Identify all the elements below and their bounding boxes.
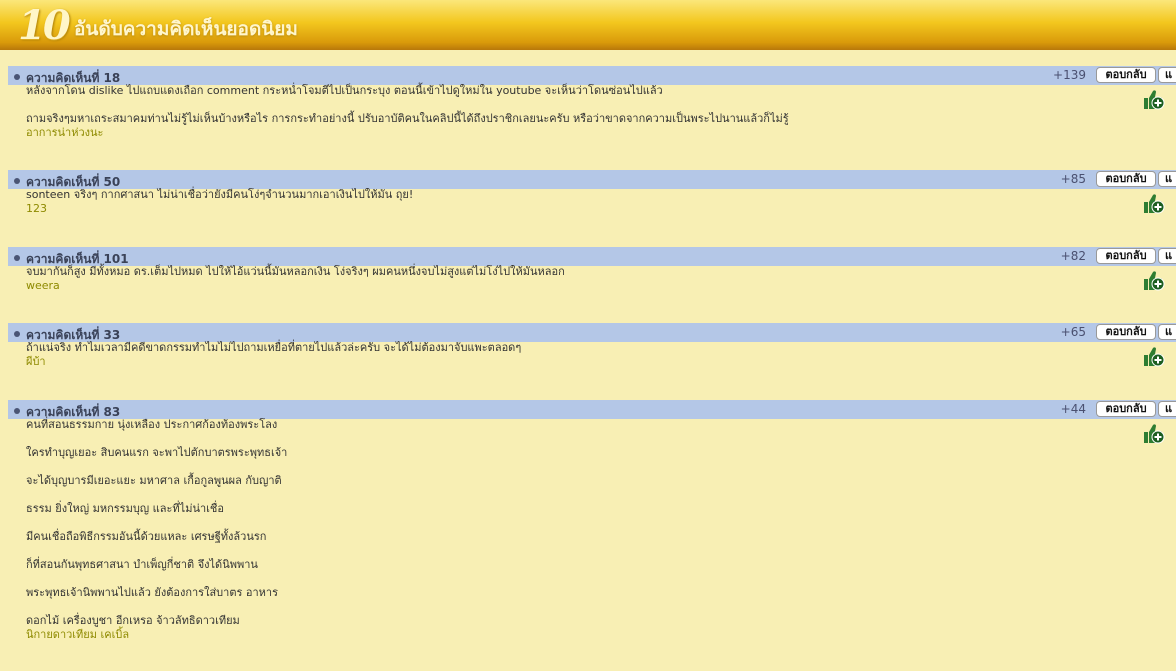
reply-button[interactable]: ตอบกลับ	[1096, 401, 1156, 417]
comment-score: +82	[1060, 249, 1086, 263]
report-button[interactable]: แ	[1158, 171, 1176, 187]
reply-button[interactable]: ตอบกลับ	[1096, 171, 1156, 187]
comment-body: sonteen จริงๆ กากศาสนา ไม่น่าเชื่อว่ายัง…	[26, 188, 1126, 216]
comment-body: หลังจากโดน dislike ไปแถบแดงเถือก comment…	[26, 84, 1126, 140]
header-number: 10	[18, 2, 71, 49]
reply-button[interactable]: ตอบกลับ	[1096, 248, 1156, 264]
comment-text-line: ก็ที่สอนกันพุทธศาสนา บำเพ็ญกี่ชาติ จึงได…	[26, 558, 258, 571]
comment-author[interactable]: นิกายดาวเทียม เคเบิ้ล	[26, 628, 1126, 642]
report-button[interactable]: แ	[1158, 67, 1176, 83]
comment-text-line: จบมากันก็สูง มีทั้งหมอ ดร.เต็มไปหมด ไปให…	[26, 265, 565, 278]
comment-text-line: ถ้าแน่จริง ทำไมเวลามีคดีขาดกรรมทำไมไม่ไป…	[26, 341, 522, 354]
comment-text-line: มีคนเชื่อถือพิธีกรรมอันนี้ด้วยแหละ เศรษฐ…	[26, 530, 267, 543]
comment-header-bar: ความคิดเห็นที่ 101 +82 ตอบกลับแ	[8, 247, 1176, 266]
comment-author[interactable]: weera	[26, 279, 1126, 293]
comment-text-line: จะได้บุญบารมีเยอะแยะ มหาศาล เกื้อกูลพูนผ…	[26, 474, 282, 487]
report-button[interactable]: แ	[1158, 401, 1176, 417]
comment-header-bar: ความคิดเห็นที่ 50 +85 ตอบกลับแ	[8, 170, 1176, 189]
like-plus-icon[interactable]	[1142, 191, 1166, 215]
like-plus-icon[interactable]	[1142, 87, 1166, 111]
comment-text-line: ธรรม ยิ่งใหญ่ มหกรรมบุญ และที่ไม่น่าเชื่…	[26, 502, 224, 515]
bullet-icon	[14, 74, 20, 80]
comment-text-line: ใครทำบุญเยอะ สิบคนแรก จะพาไปตักบาตรพระพุ…	[26, 446, 288, 459]
comment-text-line: พระพุทธเจ้านิพพานไปแล้ว ยังต้องการใส่บาต…	[26, 586, 278, 599]
report-button[interactable]: แ	[1158, 324, 1176, 340]
comment-text-line: sonteen จริงๆ กากศาสนา ไม่น่าเชื่อว่ายัง…	[26, 188, 414, 201]
comment-text-line: ดอกไม้ เครื่องบูชา อีกเหรอ จ้าวลัทธิดาวเ…	[26, 614, 240, 627]
comment-body: จบมากันก็สูง มีทั้งหมอ ดร.เต็มไปหมด ไปให…	[26, 265, 1126, 293]
comment-score: +85	[1060, 172, 1086, 186]
comment-header-bar: ความคิดเห็นที่ 33 +65 ตอบกลับแ	[8, 323, 1176, 342]
comment-header-bar: ความคิดเห็นที่ 18 +139 ตอบกลับแ	[8, 66, 1176, 85]
comment-author[interactable]: ผีบ้า	[26, 355, 1126, 369]
bullet-icon	[14, 255, 20, 261]
bullet-icon	[14, 408, 20, 414]
bullet-icon	[14, 331, 20, 337]
comment-body: ถ้าแน่จริง ทำไมเวลามีคดีขาดกรรมทำไมไม่ไป…	[26, 341, 1126, 369]
comment-score: +44	[1060, 402, 1086, 416]
comment-author[interactable]: อาการน่าห่วงนะ	[26, 126, 1126, 140]
comment-author[interactable]: 123	[26, 202, 1126, 216]
like-plus-icon[interactable]	[1142, 344, 1166, 368]
comment-score: +139	[1053, 68, 1086, 82]
reply-button[interactable]: ตอบกลับ	[1096, 67, 1156, 83]
comment-score: +65	[1060, 325, 1086, 339]
comment-body: คนที่สอนธรรมกาย นุ่งเหลือง ประกาศก้องท้อ…	[26, 418, 1126, 642]
header-title: อันดับความคิดเห็นยอดนิยม	[74, 18, 298, 40]
like-plus-icon[interactable]	[1142, 421, 1166, 445]
bullet-icon	[14, 178, 20, 184]
comment-text-line: หลังจากโดน dislike ไปแถบแดงเถือก comment…	[26, 84, 663, 97]
report-button[interactable]: แ	[1158, 248, 1176, 264]
comment-text-line: ถามจริงๆมหาเถระสมาคมท่านไม่รู้ไม่เห็นบ้า…	[26, 112, 789, 125]
comment-text-line: คนที่สอนธรรมกาย นุ่งเหลือง ประกาศก้องท้อ…	[26, 418, 278, 431]
top-comments-header: 10 อันดับความคิดเห็นยอดนิยม	[0, 0, 1176, 50]
comment-header-bar: ความคิดเห็นที่ 83 +44 ตอบกลับแ	[8, 400, 1176, 419]
like-plus-icon[interactable]	[1142, 268, 1166, 292]
reply-button[interactable]: ตอบกลับ	[1096, 324, 1156, 340]
